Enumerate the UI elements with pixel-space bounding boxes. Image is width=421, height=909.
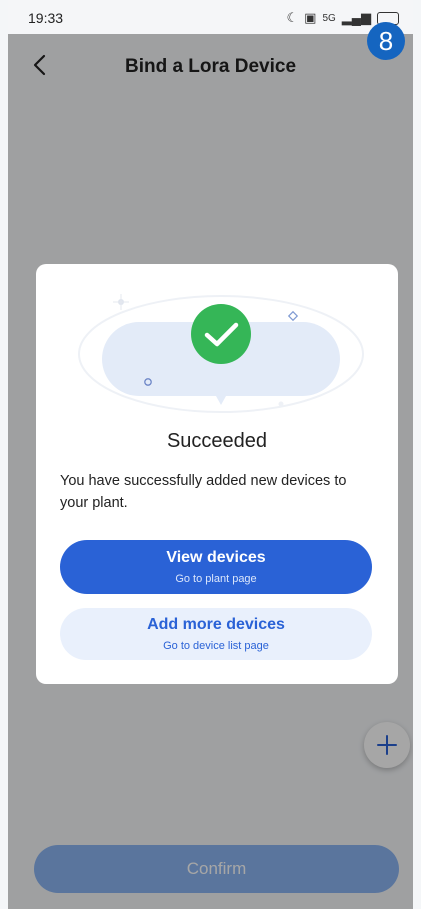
success-dialog: Succeeded You have successfully added ne… <box>36 264 398 684</box>
app-frame: 19:33 ☾ ▣ 5G ▂▄▆ 8 Bind a Lora Device Co… <box>8 0 413 909</box>
status-time: 19:33 <box>28 10 64 26</box>
view-devices-label: View devices <box>166 549 266 566</box>
view-devices-sublabel: Go to plant page <box>175 573 257 585</box>
step-badge: 8 <box>367 22 405 60</box>
add-more-devices-button[interactable]: Add more devices Go to device list page <box>60 608 372 660</box>
add-more-devices-sublabel: Go to device list page <box>163 640 269 652</box>
network-label: 5G <box>322 12 336 24</box>
dialog-title: Succeeded <box>166 430 268 452</box>
moon-icon: ☾ <box>286 10 299 25</box>
signal-icon: ▂▄▆ <box>341 10 371 25</box>
dialog-description: You have successfully added new devices … <box>60 473 347 511</box>
view-devices-button[interactable]: View devices Go to plant page <box>60 540 372 594</box>
checkmark-icon <box>191 304 251 364</box>
message-icon: ▣ <box>304 10 317 25</box>
add-more-devices-label: Add more devices <box>147 616 285 633</box>
status-bar: 19:33 ☾ ▣ 5G ▂▄▆ <box>8 0 413 34</box>
success-illustration <box>78 294 364 413</box>
